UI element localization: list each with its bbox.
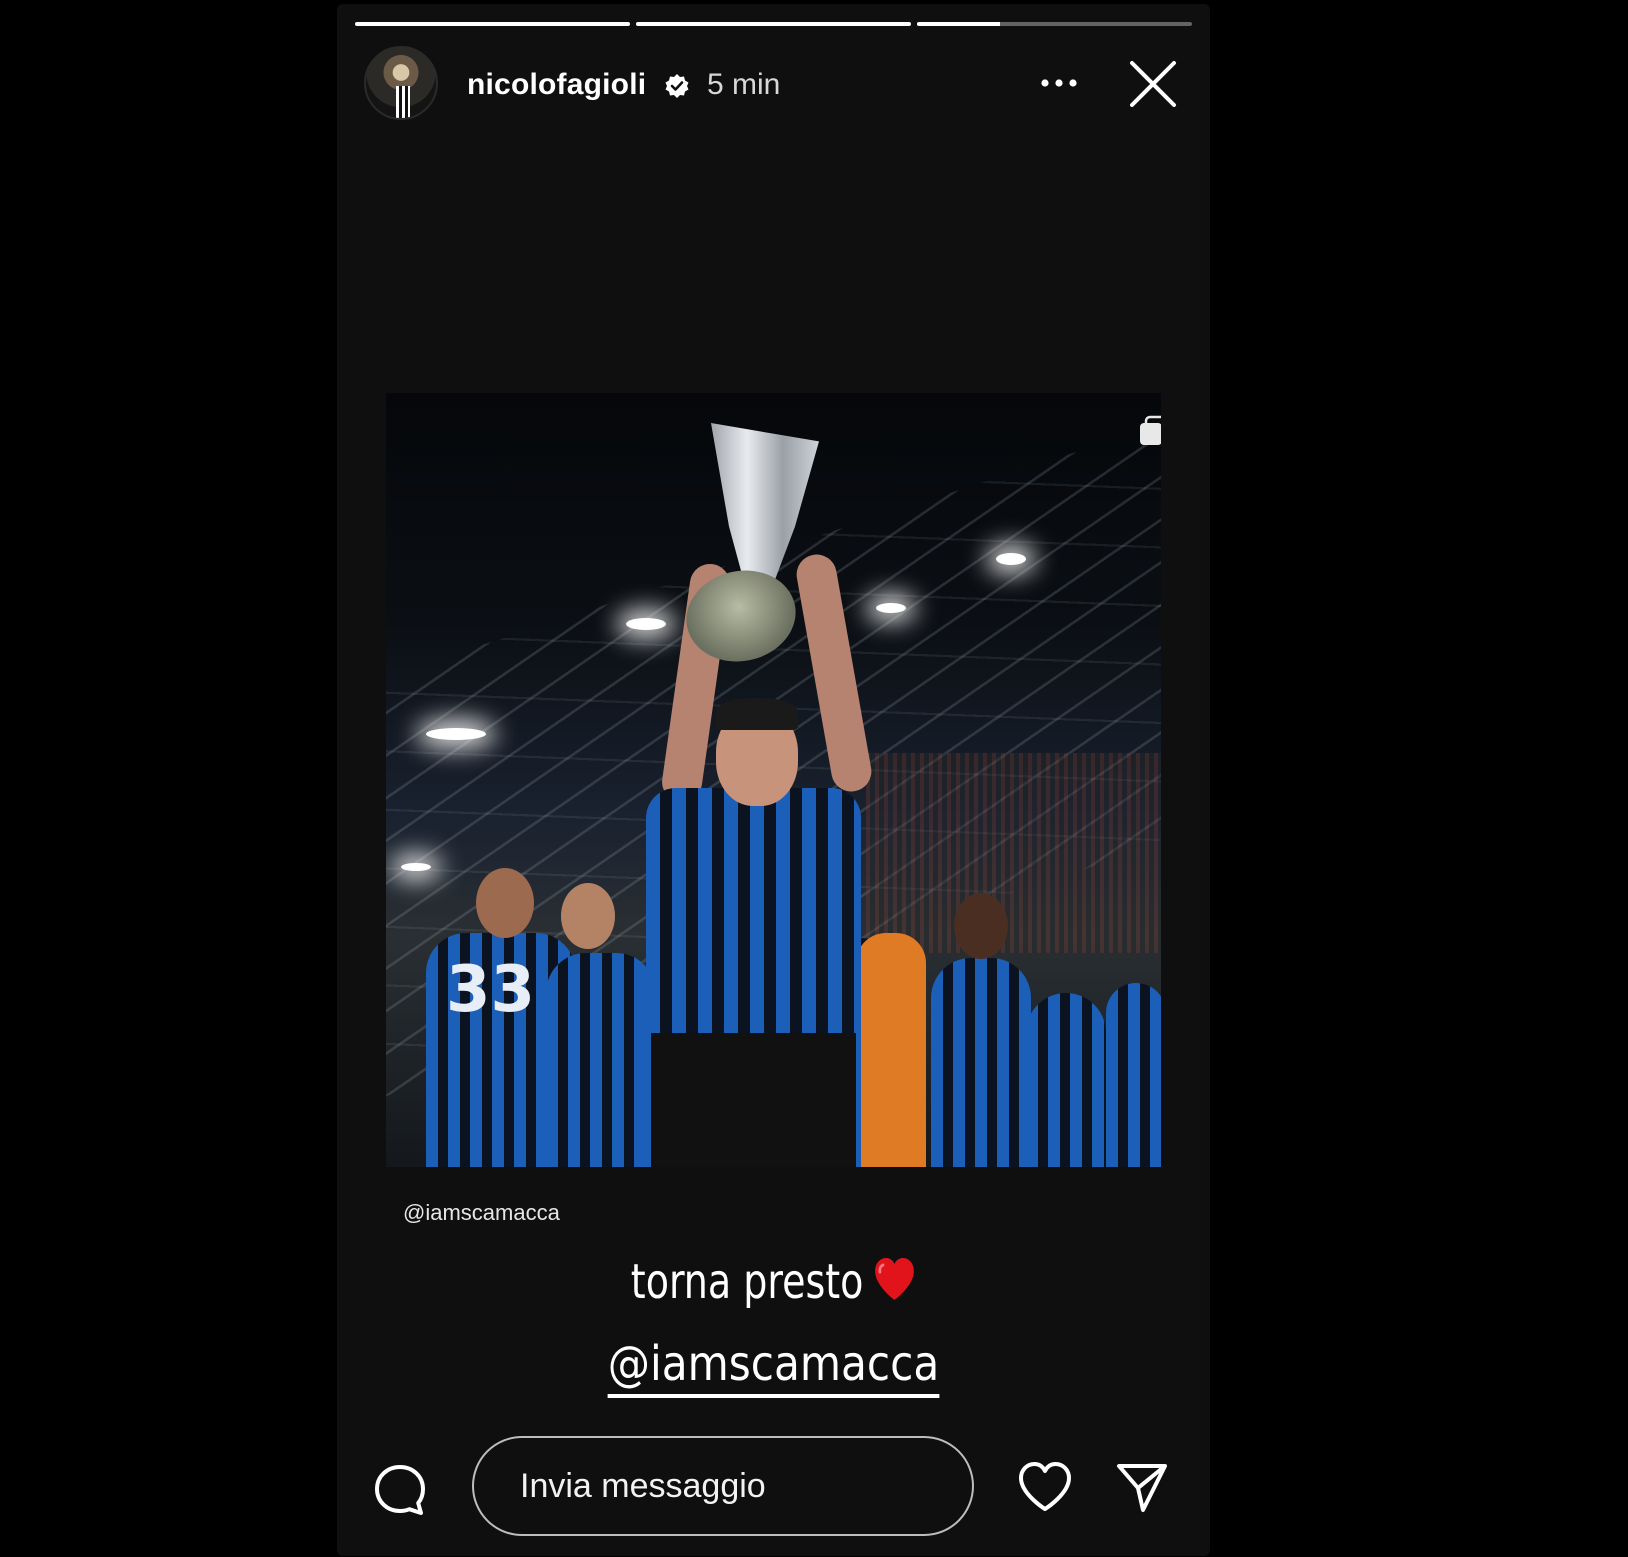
message-bubble-icon	[375, 1465, 425, 1515]
story-caption: torna presto	[389, 1254, 1157, 1310]
progress-segment	[355, 22, 630, 26]
caption-text: torna presto	[630, 1254, 864, 1310]
player-hair	[716, 698, 798, 730]
send-message-input[interactable]	[472, 1436, 974, 1536]
floodlight	[426, 728, 486, 740]
teammate-head	[954, 893, 1008, 959]
floodlight	[626, 618, 666, 630]
teammate	[546, 953, 656, 1167]
progress-fill	[636, 22, 911, 26]
photo-credit-username[interactable]: @iamscamacca	[403, 1200, 560, 1226]
avatar-jersey	[396, 86, 410, 118]
player-shorts	[651, 1033, 856, 1167]
author-username[interactable]: nicolofagioli	[467, 68, 646, 102]
red-heart-icon	[872, 1256, 916, 1302]
floodlight	[401, 863, 431, 871]
jersey-number: 33	[446, 953, 536, 1027]
progress-fill	[355, 22, 630, 26]
stadium-crowd	[866, 753, 1161, 953]
progress-segment	[917, 22, 1192, 26]
multiple-photos-icon	[1138, 415, 1161, 447]
teammate-head	[561, 883, 615, 949]
shared-post-photo[interactable]: 33	[386, 393, 1161, 1167]
teammate-head	[476, 868, 534, 938]
verified-badge-icon	[664, 73, 690, 99]
more-horizontal-icon	[1041, 79, 1077, 87]
heart-icon	[1019, 1462, 1071, 1511]
story-viewer[interactable]: nicolofagioli 5 min 33 @iamscamacca torn…	[337, 4, 1210, 1556]
avatar[interactable]	[364, 46, 438, 120]
progress-segment	[636, 22, 911, 26]
send-icon	[1117, 1464, 1167, 1512]
mention-sticker[interactable]: @iamscamacca	[389, 1336, 1157, 1398]
story-time-ago: 5 min	[707, 68, 781, 101]
goalkeeper	[856, 933, 926, 1167]
progress-fill	[917, 22, 1000, 26]
teammate	[931, 958, 1031, 1167]
floodlight	[996, 553, 1026, 565]
teammate	[1106, 983, 1161, 1167]
floodlight	[876, 603, 906, 613]
more-options-button[interactable]	[1037, 66, 1081, 100]
story-progress	[355, 22, 1192, 26]
mention-text[interactable]: @iamscamacca	[607, 1336, 940, 1398]
like-button[interactable]	[1017, 1461, 1073, 1513]
close-button[interactable]	[1129, 60, 1177, 108]
share-button[interactable]	[1115, 1460, 1169, 1514]
reply-bubble-button[interactable]	[373, 1463, 427, 1517]
close-icon	[1130, 61, 1176, 107]
teammate	[1026, 993, 1106, 1167]
